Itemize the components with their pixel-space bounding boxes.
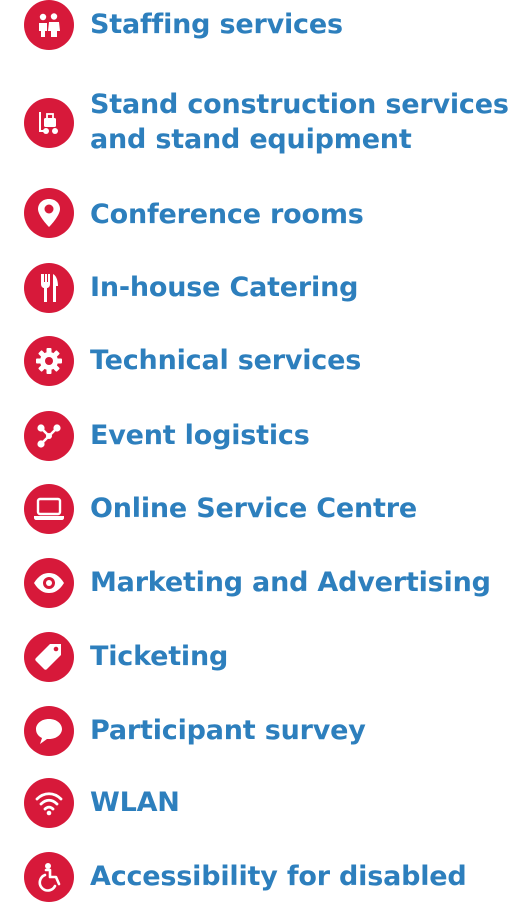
forklift-icon	[24, 98, 74, 148]
service-label: In-house Catering	[90, 272, 359, 303]
service-link-catering[interactable]: In-house Catering	[0, 263, 531, 313]
service-label: Stand construction services	[90, 89, 509, 120]
service-label: Staffing services	[90, 9, 343, 40]
map-pin-icon	[24, 188, 74, 238]
service-link-participant-survey[interactable]: Participant survey	[0, 706, 531, 756]
network-icon	[24, 411, 74, 461]
service-link-conference-rooms[interactable]: Conference rooms	[0, 188, 531, 238]
service-link-accessibility[interactable]: Accessibility for disabled	[0, 852, 531, 902]
people-icon	[24, 0, 74, 50]
tag-icon	[24, 632, 74, 682]
service-label: Online Service Centre	[90, 493, 417, 524]
service-label: Ticketing	[90, 641, 229, 672]
cutlery-icon	[24, 263, 74, 313]
service-link-technical-services[interactable]: Technical services	[0, 336, 531, 386]
laptop-icon	[24, 484, 74, 534]
wheelchair-icon	[24, 852, 74, 902]
service-label: Event logistics	[90, 420, 310, 451]
service-label: Participant survey	[90, 715, 366, 746]
service-label: Marketing and Advertising	[90, 567, 491, 598]
service-link-stand-construction[interactable]: Stand construction services and stand eq…	[0, 86, 531, 160]
service-link-online-service-centre[interactable]: Online Service Centre	[0, 484, 531, 534]
service-link-marketing[interactable]: Marketing and Advertising	[0, 558, 531, 608]
wifi-icon	[24, 778, 74, 828]
service-link-ticketing[interactable]: Ticketing	[0, 632, 531, 682]
eye-icon	[24, 558, 74, 608]
service-label: Conference rooms	[90, 199, 364, 230]
service-label: Technical services	[90, 345, 362, 376]
services-list: Staffing services Stand construction ser…	[0, 0, 531, 902]
service-link-wlan[interactable]: WLAN	[0, 778, 531, 828]
service-label: WLAN	[90, 787, 180, 818]
service-link-staffing[interactable]: Staffing services	[0, 0, 531, 50]
service-label: Accessibility for disabled	[90, 861, 467, 892]
service-label-line2: and stand equipment	[90, 124, 412, 155]
speech-bubble-icon	[24, 706, 74, 756]
gear-icon	[24, 336, 74, 386]
service-link-event-logistics[interactable]: Event logistics	[0, 411, 531, 461]
